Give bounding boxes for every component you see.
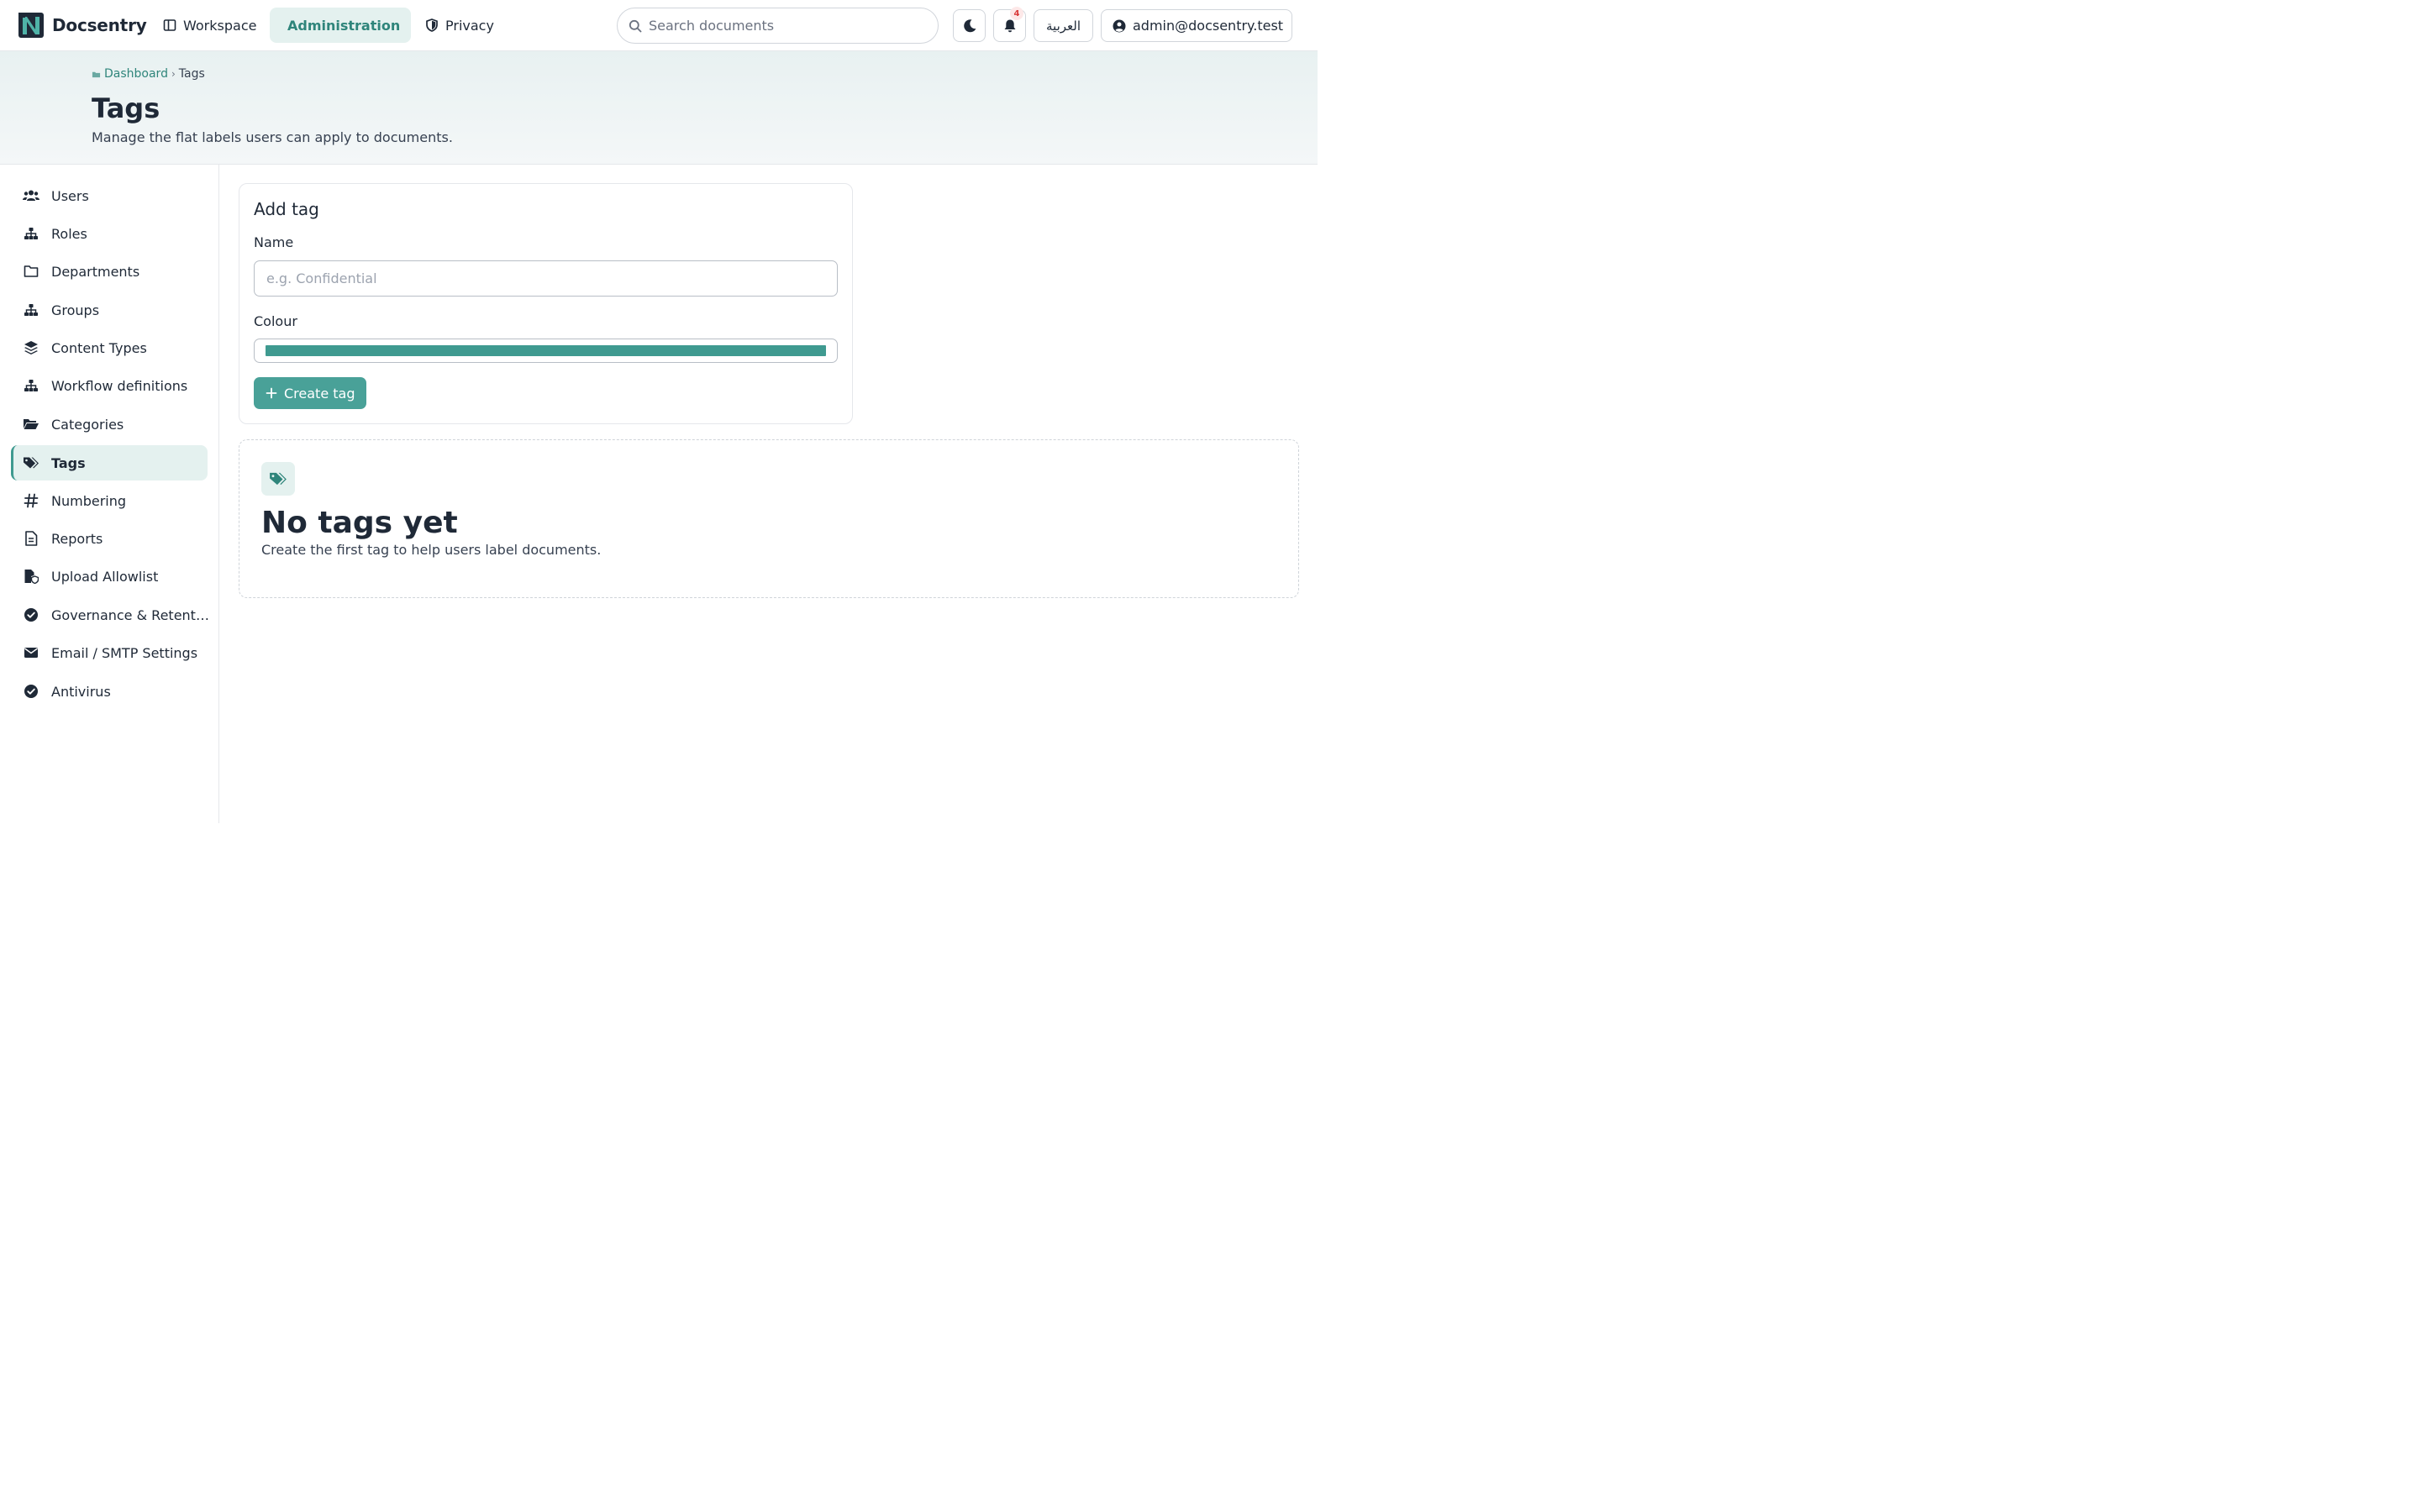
sidebar-item-users[interactable]: Users xyxy=(11,178,208,213)
add-tag-card: Add tag Name Colour Create tag xyxy=(239,183,853,424)
app-name: Docsentry xyxy=(52,15,147,35)
empty-state: No tags yet Create the first tag to help… xyxy=(239,439,1299,598)
logo-icon xyxy=(18,13,44,38)
nav-privacy[interactable]: Privacy xyxy=(414,8,505,43)
folder-open-icon xyxy=(24,419,39,429)
bell-icon xyxy=(1004,19,1015,32)
empty-state-title: No tags yet xyxy=(261,506,458,540)
check-circle-icon xyxy=(24,685,38,698)
notifications-button[interactable]: 4 xyxy=(993,7,1026,42)
tags-icon xyxy=(270,472,287,486)
shield-icon xyxy=(426,18,438,32)
nav-administration[interactable]: Administration xyxy=(270,8,411,43)
search-box[interactable] xyxy=(617,8,939,44)
chevron-right-icon: › xyxy=(171,68,176,80)
brand[interactable]: Docsentry xyxy=(17,11,147,39)
nav-workspace[interactable]: Workspace xyxy=(152,8,267,43)
search-input[interactable] xyxy=(649,18,918,34)
sidebar-item-categories[interactable]: Categories xyxy=(11,407,208,442)
folder-outline-icon xyxy=(24,265,39,277)
nav-privacy-label: Privacy xyxy=(445,17,494,34)
sidebar-item-governance-retention[interactable]: Governance & Retent… xyxy=(11,597,209,633)
sidebar-item-content-types[interactable]: Content Types xyxy=(11,330,208,365)
sidebar-item-label: Departments xyxy=(51,263,140,280)
user-menu-button[interactable]: admin@docsentry.test xyxy=(1101,9,1292,42)
page-subtitle: Manage the flat labels users can apply t… xyxy=(92,129,453,145)
theme-toggle-button[interactable] xyxy=(953,9,986,42)
users-icon xyxy=(23,190,39,201)
sidebar-item-label: Numbering xyxy=(51,492,127,509)
sidebar-item-label: Antivirus xyxy=(51,683,111,700)
columns-icon xyxy=(163,19,176,31)
notification-count-badge: 4 xyxy=(1010,7,1023,20)
file-icon xyxy=(25,531,38,546)
envelope-icon xyxy=(24,648,38,658)
sidebar-item-upload-allowlist[interactable]: Upload Allowlist xyxy=(11,559,208,594)
sidebar-item-numbering[interactable]: Numbering xyxy=(11,483,208,518)
sidebar-item-groups[interactable]: Groups xyxy=(11,292,208,328)
sidebar-item-label: Categories xyxy=(51,416,124,433)
colour-label: Colour xyxy=(254,313,297,329)
sidebar-item-label: Upload Allowlist xyxy=(51,568,159,585)
sidebar-item-email-smtp-settings[interactable]: Email / SMTP Settings xyxy=(11,635,208,670)
sidebar-item-label: Tags xyxy=(51,454,86,471)
nav-workspace-label: Workspace xyxy=(183,17,257,34)
tags-icon xyxy=(24,457,39,469)
plus-icon xyxy=(266,387,277,399)
card-title: Add tag xyxy=(254,199,319,219)
breadcrumb-current: Tags xyxy=(178,67,205,81)
nav-administration-label: Administration xyxy=(287,17,401,34)
sidebar-item-reports[interactable]: Reports xyxy=(11,521,208,556)
sidebar-item-label: Governance & Retent… xyxy=(51,606,209,623)
sidebar-item-departments[interactable]: Departments xyxy=(11,254,208,289)
tag-name-input[interactable] xyxy=(254,260,838,297)
sidebar-item-label: Roles xyxy=(51,225,87,242)
name-label: Name xyxy=(254,234,294,250)
sidebar-item-label: Users xyxy=(51,187,89,204)
colour-picker[interactable] xyxy=(254,339,838,363)
sidebar-item-label: Workflow definitions xyxy=(51,377,188,394)
hashtag-icon xyxy=(24,493,39,508)
sidebar-item-antivirus[interactable]: Antivirus xyxy=(11,674,208,709)
sidebar-item-roles[interactable]: Roles xyxy=(11,216,208,251)
empty-state-icon-box xyxy=(261,462,295,496)
check-circle-icon xyxy=(24,608,38,622)
sidebar-item-label: Reports xyxy=(51,530,103,547)
folder-icon xyxy=(92,71,101,77)
breadcrumb-dashboard-link[interactable]: Dashboard xyxy=(104,67,168,81)
sidebar-item-workflow-definitions[interactable]: Workflow definitions xyxy=(11,368,208,403)
file-shield-icon xyxy=(24,570,39,584)
hierarchy-icon xyxy=(24,228,38,239)
hierarchy-icon xyxy=(24,380,38,391)
breadcrumb: Dashboard › Tags xyxy=(92,67,205,81)
user-email: admin@docsentry.test xyxy=(1133,18,1284,34)
page-title: Tags xyxy=(92,92,160,124)
search-icon xyxy=(629,19,642,32)
top-bar: Docsentry Workspace Administration Priva… xyxy=(0,0,1318,51)
sidebar-item-label: Email / SMTP Settings xyxy=(51,644,198,661)
sidebar: Users Roles Departments Groups Content T… xyxy=(0,165,219,823)
layers-icon xyxy=(24,341,38,354)
hierarchy-icon xyxy=(24,304,38,316)
sidebar-item-label: Content Types xyxy=(51,339,147,356)
user-circle-icon xyxy=(1113,19,1126,32)
sidebar-item-label: Groups xyxy=(51,302,100,318)
sidebar-item-tags[interactable]: Tags xyxy=(11,445,208,480)
create-tag-button[interactable]: Create tag xyxy=(254,377,367,409)
create-tag-label: Create tag xyxy=(284,385,355,402)
moon-icon xyxy=(963,18,976,32)
colour-swatch xyxy=(266,345,826,356)
language-button[interactable]: العربية xyxy=(1034,9,1093,42)
empty-state-message: Create the first tag to help users label… xyxy=(261,542,602,558)
